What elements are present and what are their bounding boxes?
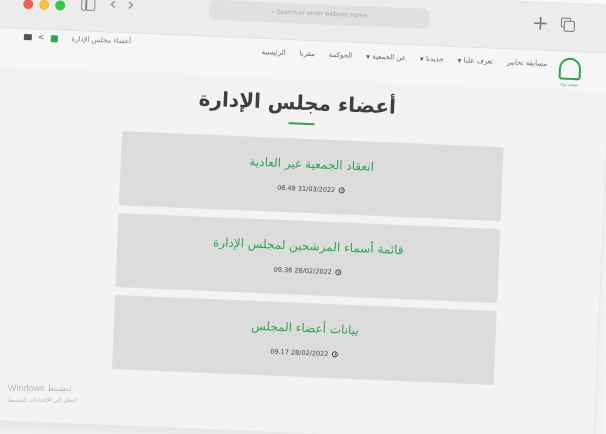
chevron-down-icon: ▼ — [365, 54, 371, 61]
nav-competition[interactable]: مسابقة تحابير — [507, 58, 547, 68]
maximize-window-button[interactable] — [54, 0, 66, 11]
nav-about-label: عن الجمعية — [372, 52, 407, 63]
clock-icon — [338, 187, 345, 194]
clock-icon — [334, 269, 341, 276]
watermark-subtitle: انتقل إلى الإعدادات لتنشيط — [8, 398, 77, 404]
post-datetime: 08.48 31/03/2022 — [277, 183, 336, 195]
post-meta: 08.48 31/03/2022 — [120, 177, 502, 201]
board-members-link[interactable]: أعضاء مجلس الإدارة — [71, 35, 131, 45]
nav-news[interactable]: جديدنا ▼ — [420, 55, 444, 64]
post-title-link[interactable]: بيانات أعضاء المجلس — [114, 313, 496, 343]
nav-get-to-know-label: تعرف علنا — [463, 56, 494, 66]
clock-icon — [331, 351, 338, 358]
address-bar[interactable]: ⌕ Search or enter website name — [208, 0, 430, 29]
tab-overview-icon[interactable] — [560, 17, 572, 28]
post-card[interactable]: قائمة أسماء المرشحين لمجلس الإدارة 09.36… — [115, 213, 501, 304]
address-placeholder: Search or enter website name — [276, 8, 368, 20]
post-title-link[interactable]: انعقاد الجمعية غير العادية — [121, 149, 503, 179]
nav-news-label: جديدنا — [425, 54, 444, 64]
green-square-icon[interactable] — [50, 34, 58, 42]
main-navigation: الرئيسية مقرنا الحوكمة عن الجمعية ▼ جديد… — [261, 48, 547, 68]
minimize-window-button[interactable] — [39, 0, 50, 11]
screenshot-stage: ‹ › ⌕ Search or enter website name + < أ… — [0, 0, 606, 434]
post-card[interactable]: بيانات أعضاء المجلس 09.17 28/02/2022 — [112, 295, 497, 385]
nav-get-to-know[interactable]: تعرف علنا ▼ — [457, 56, 493, 65]
close-window-button[interactable] — [23, 0, 34, 10]
post-title-link[interactable]: قائمة أسماء المرشحين لمجلس الإدارة — [117, 231, 499, 261]
browser-window: ‹ › ⌕ Search or enter website name + < أ… — [0, 0, 606, 434]
post-meta: 09.17 28/02/2022 — [113, 341, 495, 365]
nav-about[interactable]: عن الجمعية ▼ — [366, 52, 406, 62]
mail-icon[interactable] — [23, 33, 32, 41]
watermark-title: Windows تنشيط — [8, 383, 72, 393]
post-datetime: 09.17 28/02/2022 — [270, 347, 329, 359]
nav-home[interactable]: الرئيسية — [261, 48, 285, 57]
post-meta: 09.36 28/02/2022 — [116, 259, 498, 283]
post-datetime: 09.36 28/02/2022 — [273, 265, 332, 277]
new-tab-plus-icon[interactable]: + — [532, 10, 550, 35]
logo-caption: جمعية دواء — [560, 81, 579, 88]
share-icon[interactable]: < — [38, 33, 45, 42]
chevron-down-icon: ▼ — [457, 58, 462, 65]
title-underline — [288, 122, 315, 126]
header-utility-links: < أعضاء مجلس الإدارة — [23, 33, 132, 45]
windows-activation-watermark: Windows تنشيط انتقل إلى الإعدادات لتنشيط — [8, 383, 76, 404]
window-controls — [23, 0, 66, 11]
forward-arrow-icon[interactable]: › — [127, 0, 135, 16]
post-card[interactable]: انعقاد الجمعية غير العادية 08.48 31/03/2… — [118, 131, 504, 222]
site-logo-icon[interactable] — [558, 57, 582, 81]
nav-governance[interactable]: الحوكمة — [329, 51, 353, 60]
sidebar-toggle-icon[interactable] — [81, 0, 96, 11]
back-arrow-icon[interactable]: ‹ — [109, 0, 117, 15]
chevron-down-icon: ▼ — [419, 56, 424, 63]
nav-location[interactable]: مقرنا — [299, 50, 315, 59]
